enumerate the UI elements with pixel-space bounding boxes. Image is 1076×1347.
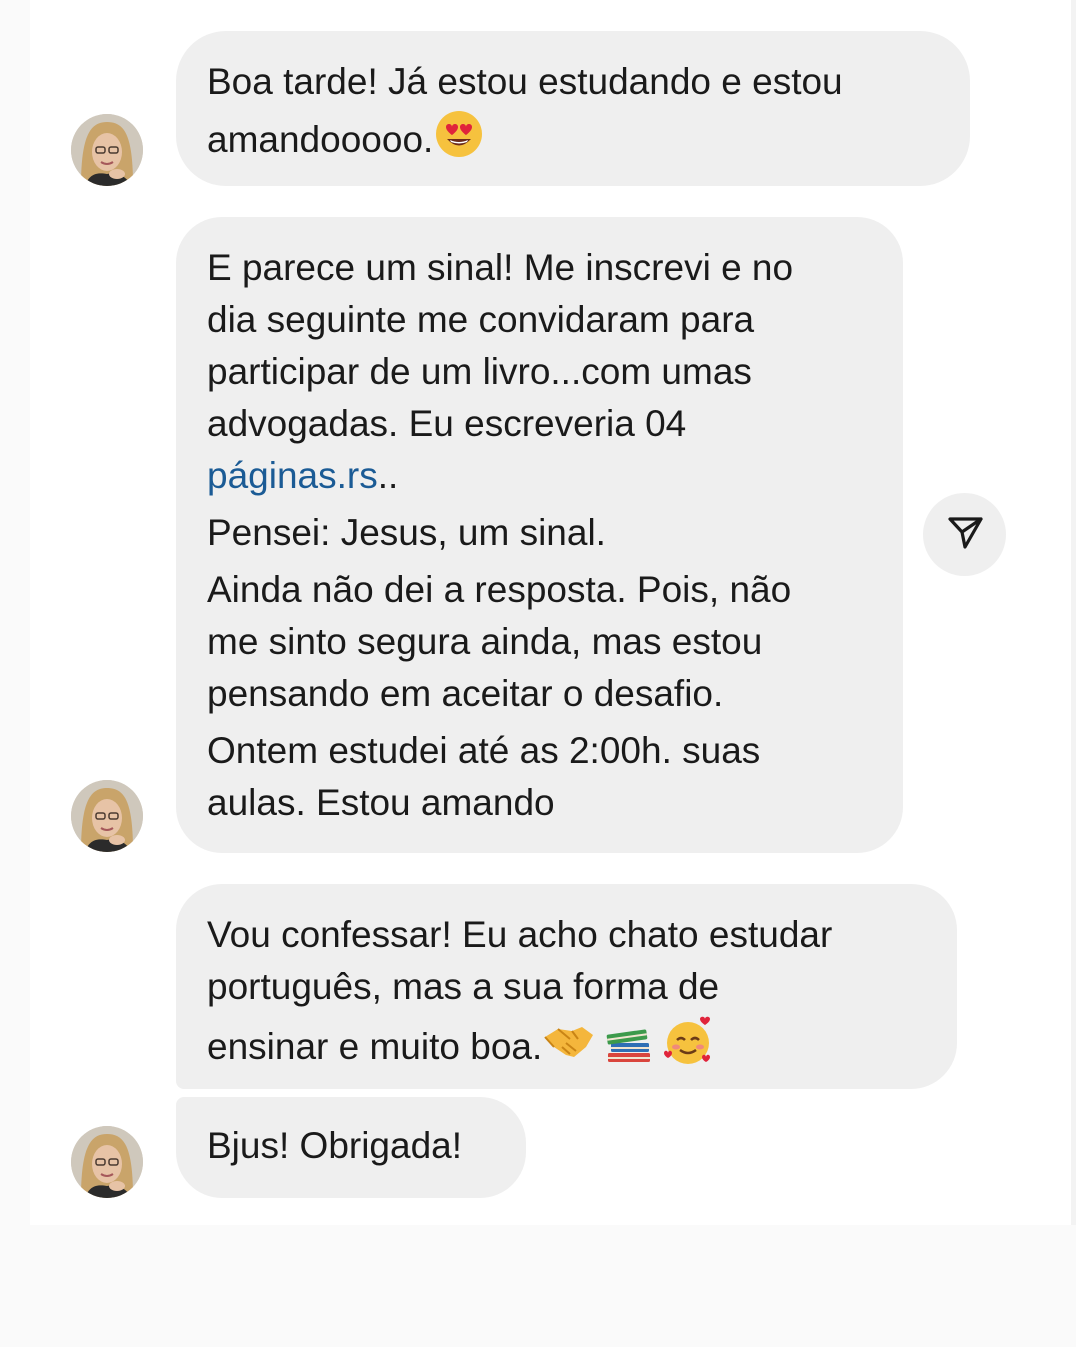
- sender-avatar[interactable]: [71, 114, 143, 186]
- share-button[interactable]: [923, 493, 1006, 576]
- message-line: pensando em aceitar o desafio.: [207, 673, 724, 714]
- message-link[interactable]: páginas.rs: [207, 455, 378, 496]
- books-emoji: [604, 1017, 654, 1067]
- message-line: ensinar e muito boa.: [207, 1013, 927, 1073]
- message-text: ensinar e muito boa.: [207, 1026, 543, 1067]
- message-line: Boa tarde! Já estou estudando e estou: [207, 61, 843, 102]
- message-bubble[interactable]: Bjus! Obrigada!: [176, 1097, 526, 1198]
- message-line: Ainda não dei a resposta. Pois, não: [207, 569, 792, 610]
- message-line: português, mas a sua forma de: [207, 966, 720, 1007]
- message-line: Ontem estudei até as 2:00h. suas: [207, 730, 761, 771]
- message-text: amandooooo.: [207, 119, 434, 160]
- message-line: participar de um livro...com umas: [207, 351, 752, 392]
- message-bubble[interactable]: Boa tarde! Já estou estudando e estou am…: [176, 31, 970, 186]
- smiling-hearts-emoji: [662, 1013, 716, 1067]
- sender-avatar[interactable]: [71, 780, 143, 852]
- message-line: páginas.rs..: [207, 450, 873, 502]
- message-line: amandooooo.: [207, 108, 940, 166]
- message-line: Bjus! Obrigada!: [207, 1125, 463, 1166]
- message-line: advogadas. Eu escreveria 04: [207, 403, 687, 444]
- message-line: me sinto segura ainda, mas estou: [207, 621, 763, 662]
- right-edge-divider: [1071, 0, 1076, 1225]
- paper-plane-icon: [945, 512, 985, 557]
- message-line: aulas. Estou amando: [207, 782, 555, 823]
- sender-avatar[interactable]: [71, 1126, 143, 1198]
- handshake-emoji: [542, 1017, 596, 1067]
- message-line: Pensei: Jesus, um sinal.: [207, 512, 606, 553]
- message-line: Vou confessar! Eu acho chato estudar: [207, 914, 833, 955]
- message-bubble[interactable]: E parece um sinal! Me inscrevi e no dia …: [176, 217, 903, 853]
- message-text: ..: [377, 455, 399, 496]
- message-line: dia seguinte me convidaram para: [207, 299, 755, 340]
- message-line: E parece um sinal! Me inscrevi e no: [207, 247, 794, 288]
- message-bubble[interactable]: Vou confessar! Eu acho chato estudar por…: [176, 884, 957, 1089]
- heart-eyes-emoji: [433, 108, 485, 160]
